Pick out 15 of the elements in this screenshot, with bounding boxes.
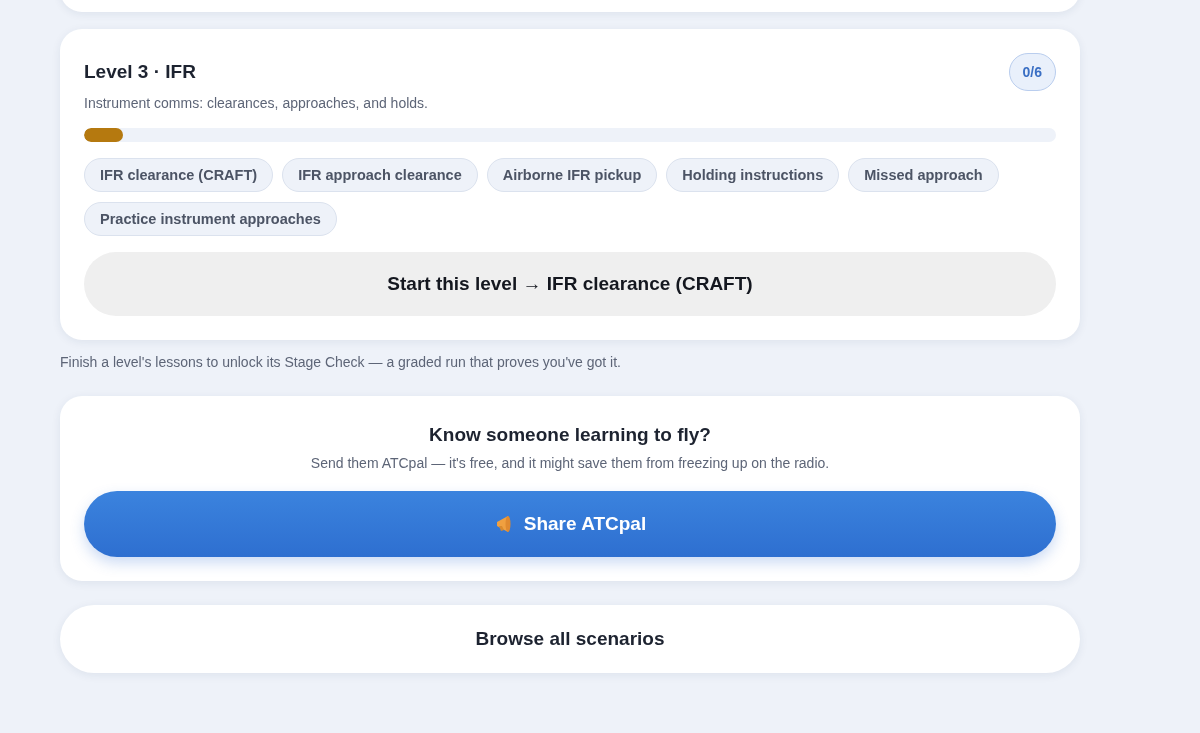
level-title: Level 3 · IFR (84, 61, 196, 83)
lesson-chip[interactable]: Holding instructions (666, 158, 840, 192)
lesson-chip[interactable]: IFR clearance (CRAFT) (84, 158, 274, 192)
lesson-chip[interactable]: IFR approach clearance (282, 158, 478, 192)
stage-check-note: Finish a level's lessons to unlock its Stage Check — a graded run that proves you've got it. (60, 354, 622, 370)
lesson-chip[interactable]: Missed approach (848, 158, 999, 192)
share-description: Send them ATCpal — it's free, and it might save them from freezing up on the radio. (310, 455, 830, 471)
progress-count: 0/6 (1008, 53, 1056, 91)
start-level-button[interactable]: Start this level → IFR clearance (CRAFT) (84, 252, 1056, 316)
browse-scenarios-button[interactable]: Browse all scenarios (60, 605, 1080, 673)
level-description: Instrument comms: clearances, approaches, and holds. (84, 95, 429, 111)
share-button[interactable]: Share ATCpal (84, 491, 1056, 557)
lesson-chip[interactable]: Practice instrument approaches (84, 202, 337, 236)
lesson-chip[interactable]: Airborne IFR pickup (486, 158, 658, 192)
share-title: Know someone learning to fly? (429, 424, 711, 446)
